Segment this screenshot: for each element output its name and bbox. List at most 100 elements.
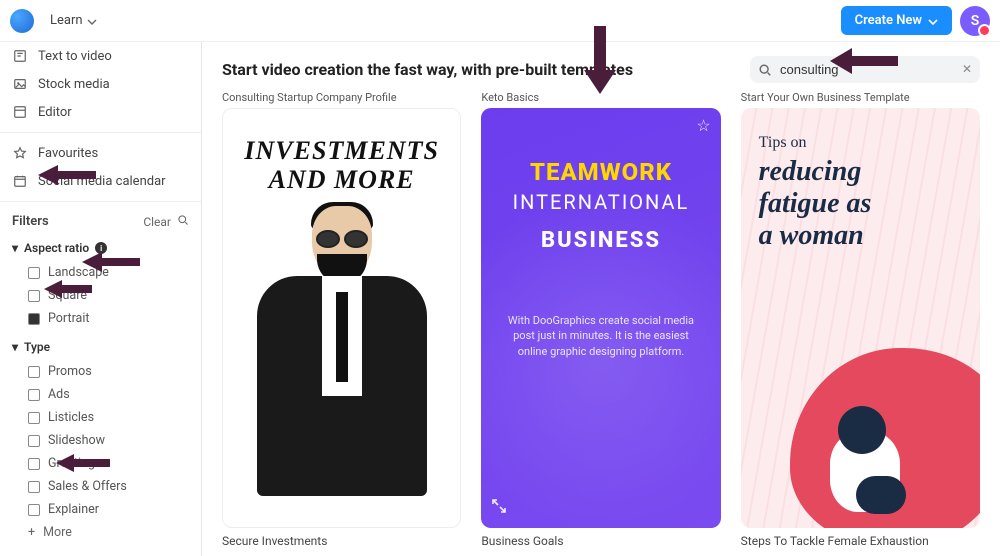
sidebar-item-social-calendar[interactable]: Social media calendar (0, 167, 201, 195)
app-logo[interactable] (10, 9, 34, 33)
page-title: Start video creation the fast way, with … (222, 60, 633, 79)
filter-option-explainer[interactable]: Explainer (28, 498, 189, 521)
plus-icon: + (28, 525, 35, 540)
card-text-tips: Tips on (759, 134, 962, 152)
filter-option-label: Slideshow (48, 433, 105, 448)
prev-template-title: Start Your Own Business Template (741, 91, 980, 104)
chevron-down-icon (87, 16, 97, 26)
sidebar-item-editor[interactable]: Editor (0, 98, 201, 126)
card-text-line: Investments (244, 136, 439, 165)
sidebar: Text to video Stock media Editor Favouri… (0, 42, 202, 556)
filter-title-industry[interactable]: ▾ Industry (0, 548, 201, 556)
sidebar-item-label: Text to video (38, 49, 112, 64)
filter-option-label: Greetings (48, 456, 101, 471)
sidebar-item-favourites[interactable]: Favourites (0, 139, 201, 167)
sidebar-item-label: Stock media (38, 77, 110, 92)
checkbox[interactable] (28, 313, 40, 325)
search-icon (758, 62, 772, 81)
card-text-business: BUSINESS (541, 228, 661, 253)
checkbox[interactable] (28, 267, 40, 279)
filter-option-square[interactable]: Square (28, 284, 189, 307)
clear-filters-button[interactable]: Clear (143, 214, 189, 229)
sidebar-item-label: Social media calendar (38, 174, 166, 189)
filter-group-aspect-ratio: ▾ Aspect ratio i Landscape Square Portra… (0, 235, 201, 334)
template-card-female-exhaustion[interactable]: Tips on reducing fatigue as a woman (741, 108, 980, 528)
filter-option-label: Sales & Offers (48, 479, 127, 494)
info-icon: i (95, 242, 107, 254)
card-text-international: INTERNATIONAL (513, 190, 690, 214)
filter-option-label: Portrait (48, 311, 90, 326)
filter-option-label: Promos (48, 364, 92, 379)
filter-option-landscape[interactable]: Landscape (28, 261, 189, 284)
sidebar-item-label: Editor (38, 105, 72, 120)
template-title: Business Goals (481, 534, 720, 548)
filter-type-more[interactable]: + More (28, 521, 189, 544)
chevron-down-icon (928, 16, 938, 26)
card-text-line: a woman (759, 220, 864, 251)
avatar[interactable]: S (960, 6, 990, 36)
more-label: More (43, 525, 72, 540)
filter-title-aspect-ratio[interactable]: ▾ Aspect ratio i (0, 235, 201, 261)
template-title: Secure Investments (222, 534, 461, 548)
avatar-initial: S (971, 13, 980, 29)
checkbox[interactable] (28, 389, 40, 401)
caret-down-icon: ▾ (12, 340, 18, 354)
filter-option-label: Square (48, 288, 87, 303)
search-icon (177, 214, 189, 229)
checkbox[interactable] (28, 290, 40, 302)
calendar-icon (12, 173, 28, 189)
filter-option-label: Landscape (48, 265, 109, 280)
learn-menu[interactable]: Learn (42, 9, 105, 32)
image-icon (12, 76, 28, 92)
checkbox[interactable] (28, 504, 40, 516)
filters-title: Filters (12, 214, 49, 229)
filter-group-industry: ▾ Industry Events & Holidays Fashion Eco… (0, 548, 201, 556)
star-icon (12, 145, 28, 161)
filter-title-label: Aspect ratio (24, 241, 89, 255)
card-text-teamwork: TEAMWORK (530, 158, 672, 186)
checkbox[interactable] (28, 435, 40, 447)
template-card-business-goals[interactable]: ☆ TEAMWORK INTERNATIONAL BUSINESS With D… (481, 108, 720, 528)
checkbox[interactable] (28, 458, 40, 470)
filter-option-promos[interactable]: Promos (28, 360, 189, 383)
filter-title-type[interactable]: ▾ Type (0, 334, 201, 360)
create-new-label: Create New (855, 13, 922, 28)
editor-icon (12, 104, 28, 120)
card-blurb: With DooGraphics create social media pos… (499, 313, 702, 359)
checkbox[interactable] (28, 412, 40, 424)
filter-option-listicles[interactable]: Listicles (28, 406, 189, 429)
sidebar-item-text-to-video[interactable]: Text to video (0, 42, 201, 70)
card-text-line: and More (269, 165, 415, 194)
filter-option-sales-offers[interactable]: Sales & Offers (28, 475, 189, 498)
expand-icon[interactable] (491, 498, 507, 518)
filter-option-ads[interactable]: Ads (28, 383, 189, 406)
template-search[interactable]: ✕ (750, 56, 980, 83)
sidebar-item-stock-media[interactable]: Stock media (0, 70, 201, 98)
filter-group-type: ▾ Type Promos Ads Listicles Slideshow Gr… (0, 334, 201, 548)
content-area: Start video creation the fast way, with … (202, 42, 1000, 556)
card-text-line: reducing (759, 156, 862, 187)
sidebar-item-label: Favourites (38, 146, 98, 161)
checkbox[interactable] (28, 366, 40, 378)
caret-down-icon: ▾ (12, 241, 18, 255)
filter-option-greetings[interactable]: Greetings (28, 452, 189, 475)
card-text-line: fatigue as (759, 188, 872, 219)
checkbox[interactable] (28, 481, 40, 493)
man-illustration (252, 206, 432, 506)
clear-search-icon[interactable]: ✕ (962, 62, 972, 76)
filter-option-slideshow[interactable]: Slideshow (28, 429, 189, 452)
learn-label: Learn (50, 13, 83, 28)
woman-illustration (820, 402, 930, 512)
template-card-secure-investments[interactable]: Investments and More (222, 108, 461, 528)
search-input[interactable] (780, 62, 950, 77)
template-title: Steps To Tackle Female Exhaustion (741, 534, 980, 548)
filter-option-portrait[interactable]: Portrait (28, 307, 189, 330)
clear-label: Clear (143, 215, 171, 229)
create-new-button[interactable]: Create New (841, 6, 952, 35)
prev-template-title: Keto Basics (481, 91, 720, 104)
text-icon (12, 48, 28, 64)
filter-option-label: Listicles (48, 410, 94, 425)
filter-option-label: Explainer (48, 502, 99, 517)
filter-title-label: Type (24, 340, 50, 354)
filter-option-label: Ads (48, 387, 70, 402)
